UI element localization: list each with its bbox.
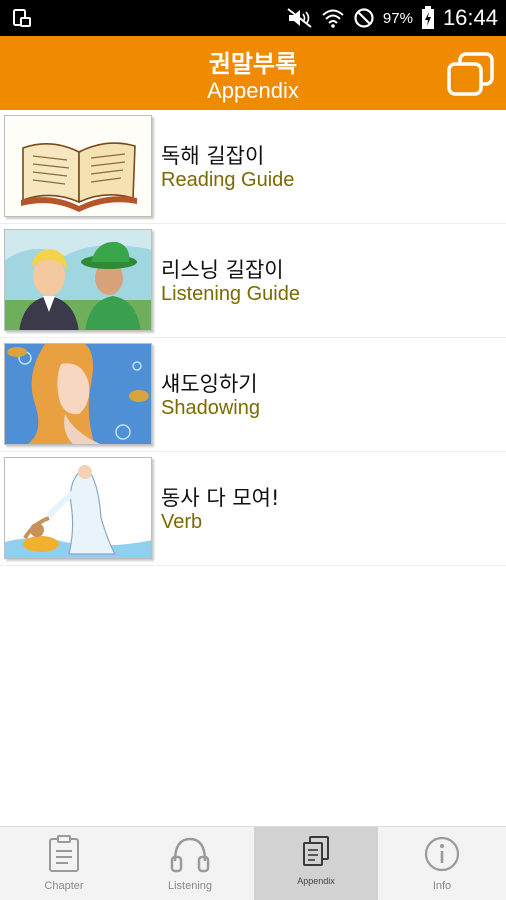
- item-title-english: Reading Guide: [161, 169, 295, 191]
- rescue-illustration: [4, 457, 152, 559]
- page-title: 권말부록: [208, 50, 298, 78]
- appendix-list: 독해 길잡이 Reading Guide 리스닝 길잡이 Listening G…: [0, 110, 506, 566]
- item-title-korean: 독해 길잡이: [161, 144, 265, 168]
- list-item-verb[interactable]: 동사 다 모여! Verb: [0, 452, 506, 566]
- app-screen: 97% 16:44 권말부록 Appendix 독해 길잡이 Reading G…: [0, 0, 506, 900]
- headphones-icon: [170, 837, 210, 873]
- item-title-korean: 섀도잉하기: [161, 372, 258, 396]
- tab-chapter[interactable]: Chapter: [2, 827, 126, 900]
- windows-icon[interactable]: [444, 50, 498, 100]
- item-title-korean: 동사 다 모여!: [161, 486, 280, 510]
- list-item-shadowing[interactable]: 섀도잉하기 Shadowing: [0, 338, 506, 452]
- app-header: 권말부록 Appendix: [0, 36, 506, 110]
- tab-label: Listening: [167, 880, 213, 892]
- status-bar: 97% 16:44: [0, 0, 506, 36]
- item-title-english: Verb: [161, 511, 203, 533]
- bottom-navigation: Chapter Listening Appendix Info: [0, 826, 506, 900]
- list-item-reading-guide[interactable]: 독해 길잡이 Reading Guide: [0, 110, 506, 224]
- tab-label: Appendix: [297, 876, 335, 886]
- page-subtitle: Appendix: [207, 78, 299, 103]
- notification-icon: [13, 9, 31, 27]
- documents-icon: [303, 836, 329, 866]
- battery-percent: 97%: [382, 9, 413, 27]
- list-item-listening-guide[interactable]: 리스닝 길잡이 Listening Guide: [0, 224, 506, 338]
- item-title-korean: 리스닝 길잡이: [161, 258, 284, 282]
- wifi-icon: [322, 9, 344, 28]
- tab-label: Info: [432, 880, 452, 892]
- tab-appendix[interactable]: Appendix: [254, 827, 378, 900]
- info-icon: [424, 836, 460, 872]
- tab-listening[interactable]: Listening: [128, 827, 252, 900]
- mermaid-illustration: [4, 343, 152, 445]
- tab-label: Chapter: [44, 880, 84, 892]
- do-not-disturb-icon: [354, 8, 374, 28]
- clipboard-icon: [49, 835, 79, 872]
- mute-icon: [287, 8, 312, 28]
- battery-charging-icon: [421, 6, 434, 29]
- tab-info[interactable]: Info: [380, 827, 504, 900]
- open-book-illustration: [4, 115, 152, 217]
- two-men-illustration: [4, 229, 152, 331]
- item-title-english: Shadowing: [161, 397, 260, 419]
- item-title-english: Listening Guide: [161, 283, 300, 305]
- clock: 16:44: [442, 5, 498, 30]
